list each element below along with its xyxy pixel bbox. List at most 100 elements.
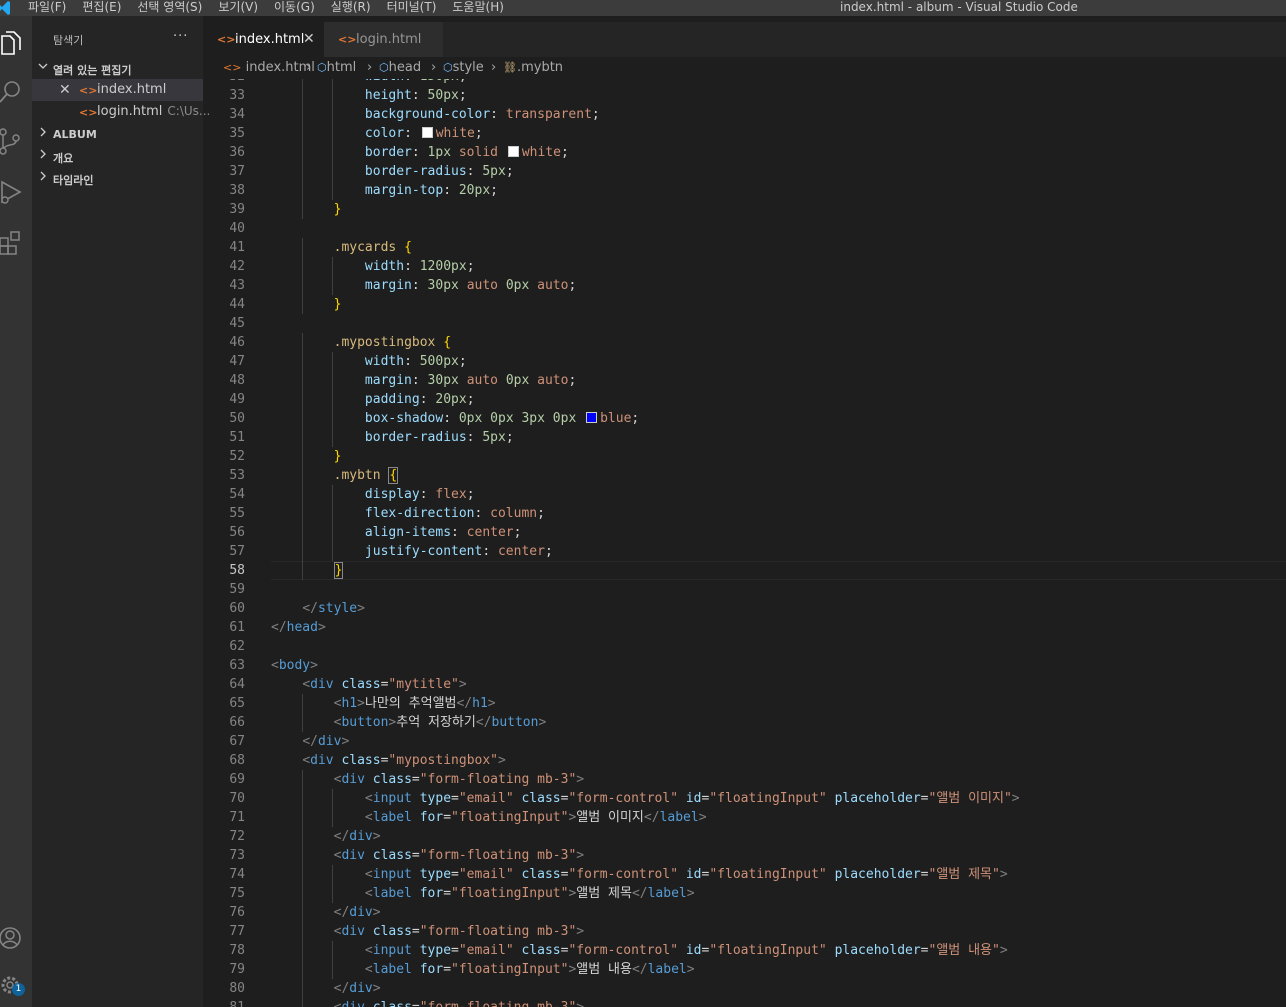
code-token: class xyxy=(341,753,381,768)
code-line[interactable]: 70 <input type="email" class="form-contr… xyxy=(203,789,1286,808)
menu-go[interactable]: 이동(G) xyxy=(274,0,315,16)
code-line[interactable]: 80 </div> xyxy=(203,979,1286,998)
source-control-activity[interactable] xyxy=(0,122,32,162)
menu-file[interactable]: 파일(F) xyxy=(28,0,66,16)
code-token: label xyxy=(647,886,687,901)
code-line[interactable]: 51 border-radius: 5px; xyxy=(203,428,1286,447)
color-swatch[interactable] xyxy=(421,127,433,138)
code-line[interactable]: 60 </style> xyxy=(203,599,1286,618)
code-line[interactable]: 41 .mycards { xyxy=(203,238,1286,257)
open-editors-section[interactable]: 열려 있는 편집기 xyxy=(32,57,203,79)
color-swatch[interactable] xyxy=(507,146,519,157)
code-line[interactable]: 67 </div> xyxy=(203,732,1286,751)
breadcrumb-html[interactable]: ⬡html xyxy=(317,60,356,75)
explorer-activity[interactable] xyxy=(0,22,32,62)
line-number: 45 xyxy=(229,316,245,331)
code-line[interactable]: 68 <div class="mypostingbox"> xyxy=(203,751,1286,770)
close-icon[interactable]: ✕ xyxy=(59,82,71,98)
menu-terminal[interactable]: 터미널(T) xyxy=(387,0,437,16)
code-token: < xyxy=(364,943,373,958)
open-editor-item-login[interactable]: <> login.html C:\Us... xyxy=(32,101,210,123)
tab-login-html[interactable]: <> login.html xyxy=(324,22,443,57)
code-editor[interactable]: 32 width: 150px;33 height: 50px;34 backg… xyxy=(203,79,1286,1007)
code-line[interactable]: 69 <div class="form-floating mb-3"> xyxy=(203,770,1286,789)
code-line[interactable]: 74 <input type="email" class="form-contr… xyxy=(203,865,1286,884)
code-line[interactable]: 36 border: 1px solid white; xyxy=(203,143,1286,162)
close-icon[interactable]: ✕ xyxy=(303,31,315,47)
code-line[interactable]: 79 <label for="floatingInput">앨범 내용</lab… xyxy=(203,960,1286,979)
breadcrumb-head[interactable]: ⬡head xyxy=(379,60,421,75)
folder-section-album[interactable]: ALBUM xyxy=(32,123,203,145)
manage-activity[interactable]: 1 xyxy=(0,966,32,1006)
code-line[interactable]: 53 .mybtn { xyxy=(203,466,1286,485)
code-line[interactable]: 66 <button>추억 저장하기</button> xyxy=(203,713,1286,732)
code-line[interactable]: 71 <label for="floatingInput">앨범 이미지</la… xyxy=(203,808,1286,827)
code-line[interactable]: 34 background-color: transparent; xyxy=(203,105,1286,124)
code-line[interactable]: 52 } xyxy=(203,447,1286,466)
chevron-right-icon xyxy=(40,149,46,159)
code-line[interactable]: 40 xyxy=(203,219,1286,238)
code-line[interactable]: 76 </div> xyxy=(203,903,1286,922)
code-line[interactable]: 49 padding: 20px; xyxy=(203,390,1286,409)
extensions-activity[interactable] xyxy=(0,222,32,262)
code-line[interactable]: 65 <h1>나만의 추억앨범</h1> xyxy=(203,694,1286,713)
code-line[interactable]: 45 xyxy=(203,314,1286,333)
code-line[interactable]: 58 } xyxy=(203,561,1286,580)
menu-help[interactable]: 도움말(H) xyxy=(452,0,504,16)
code-line[interactable]: 43 margin: 30px auto 0px auto; xyxy=(203,276,1286,295)
code-line[interactable]: 50 box-shadow: 0px 0px 3px 0px blue; xyxy=(203,409,1286,428)
code-line[interactable]: 75 <label for="floatingInput">앨범 제목</lab… xyxy=(203,884,1286,903)
breadcrumb-selector[interactable]: ⛓.mybtn xyxy=(503,60,563,75)
code-line[interactable]: 44 } xyxy=(203,295,1286,314)
menu-edit[interactable]: 편집(E) xyxy=(82,0,121,16)
menu-selection[interactable]: 선택 영역(S) xyxy=(137,0,202,16)
line-number: 53 xyxy=(229,468,245,483)
code-token: = xyxy=(443,810,452,825)
code-line[interactable]: 62 xyxy=(203,637,1286,656)
code-line[interactable]: 55 flex-direction: column; xyxy=(203,504,1286,523)
code-line[interactable]: 73 <div class="form-floating mb-3"> xyxy=(203,846,1286,865)
code-line[interactable]: 59 xyxy=(203,580,1286,599)
code-line[interactable]: 57 justify-content: center; xyxy=(203,542,1286,561)
code-line[interactable]: 77 <div class="form-floating mb-3"> xyxy=(203,922,1286,941)
code-line[interactable]: 47 width: 500px; xyxy=(203,352,1286,371)
code-token: "form-floating mb-3" xyxy=(420,1000,577,1007)
more-actions-icon[interactable]: ··· xyxy=(173,29,188,44)
code-line[interactable]: 33 height: 50px; xyxy=(203,86,1286,105)
search-activity[interactable] xyxy=(0,72,32,112)
code-line[interactable]: 42 width: 1200px; xyxy=(203,257,1286,276)
code-token: > xyxy=(686,886,695,901)
code-line[interactable]: 72 </div> xyxy=(203,827,1286,846)
color-swatch[interactable] xyxy=(586,412,598,423)
code-line[interactable]: 78 <input type="email" class="form-contr… xyxy=(203,941,1286,960)
menu-view[interactable]: 보기(V) xyxy=(218,0,258,16)
code-line[interactable]: 64 <div class="mytitle"> xyxy=(203,675,1286,694)
code-line[interactable]: 46 .mypostingbox { xyxy=(203,333,1286,352)
run-debug-activity[interactable] xyxy=(0,172,32,212)
code-line[interactable]: 61 </head> xyxy=(203,618,1286,637)
code-line[interactable]: 32 width: 150px; xyxy=(203,79,1286,86)
code-line[interactable]: 63 <body> xyxy=(203,656,1286,675)
code-token: "floatingInput" xyxy=(709,867,827,882)
tab-index-html[interactable]: <> index.html ✕ xyxy=(203,22,324,57)
code-line[interactable]: 39 } xyxy=(203,200,1286,219)
outline-section[interactable]: 개요 xyxy=(32,145,203,167)
code-line[interactable]: 37 border-radius: 5px; xyxy=(203,162,1286,181)
code-line[interactable]: 38 margin-top: 20px; xyxy=(203,181,1286,200)
code-token: "앨범 이미지" xyxy=(928,791,1012,806)
account-icon xyxy=(0,927,21,949)
accounts-activity[interactable] xyxy=(0,920,32,960)
code-line[interactable]: 35 color: white; xyxy=(203,124,1286,143)
code-line[interactable]: 54 display: flex; xyxy=(203,485,1286,504)
code-token: < xyxy=(364,867,373,882)
code-line[interactable]: 48 margin: 30px auto 0px auto; xyxy=(203,371,1286,390)
open-editor-item-index[interactable]: ✕ <> index.html xyxy=(32,79,203,101)
menu-run[interactable]: 실행(R) xyxy=(331,0,371,16)
code-token: class xyxy=(521,791,561,806)
code-line[interactable]: 81 <div class="form-floating mb-3"> xyxy=(203,998,1286,1007)
breadcrumb-style[interactable]: ⬡style xyxy=(443,60,484,75)
breadcrumb-file[interactable]: <> index.html xyxy=(223,60,315,75)
code-token: </ xyxy=(333,829,350,844)
code-line[interactable]: 56 align-items: center; xyxy=(203,523,1286,542)
timeline-section[interactable]: 타임라인 xyxy=(32,167,203,189)
